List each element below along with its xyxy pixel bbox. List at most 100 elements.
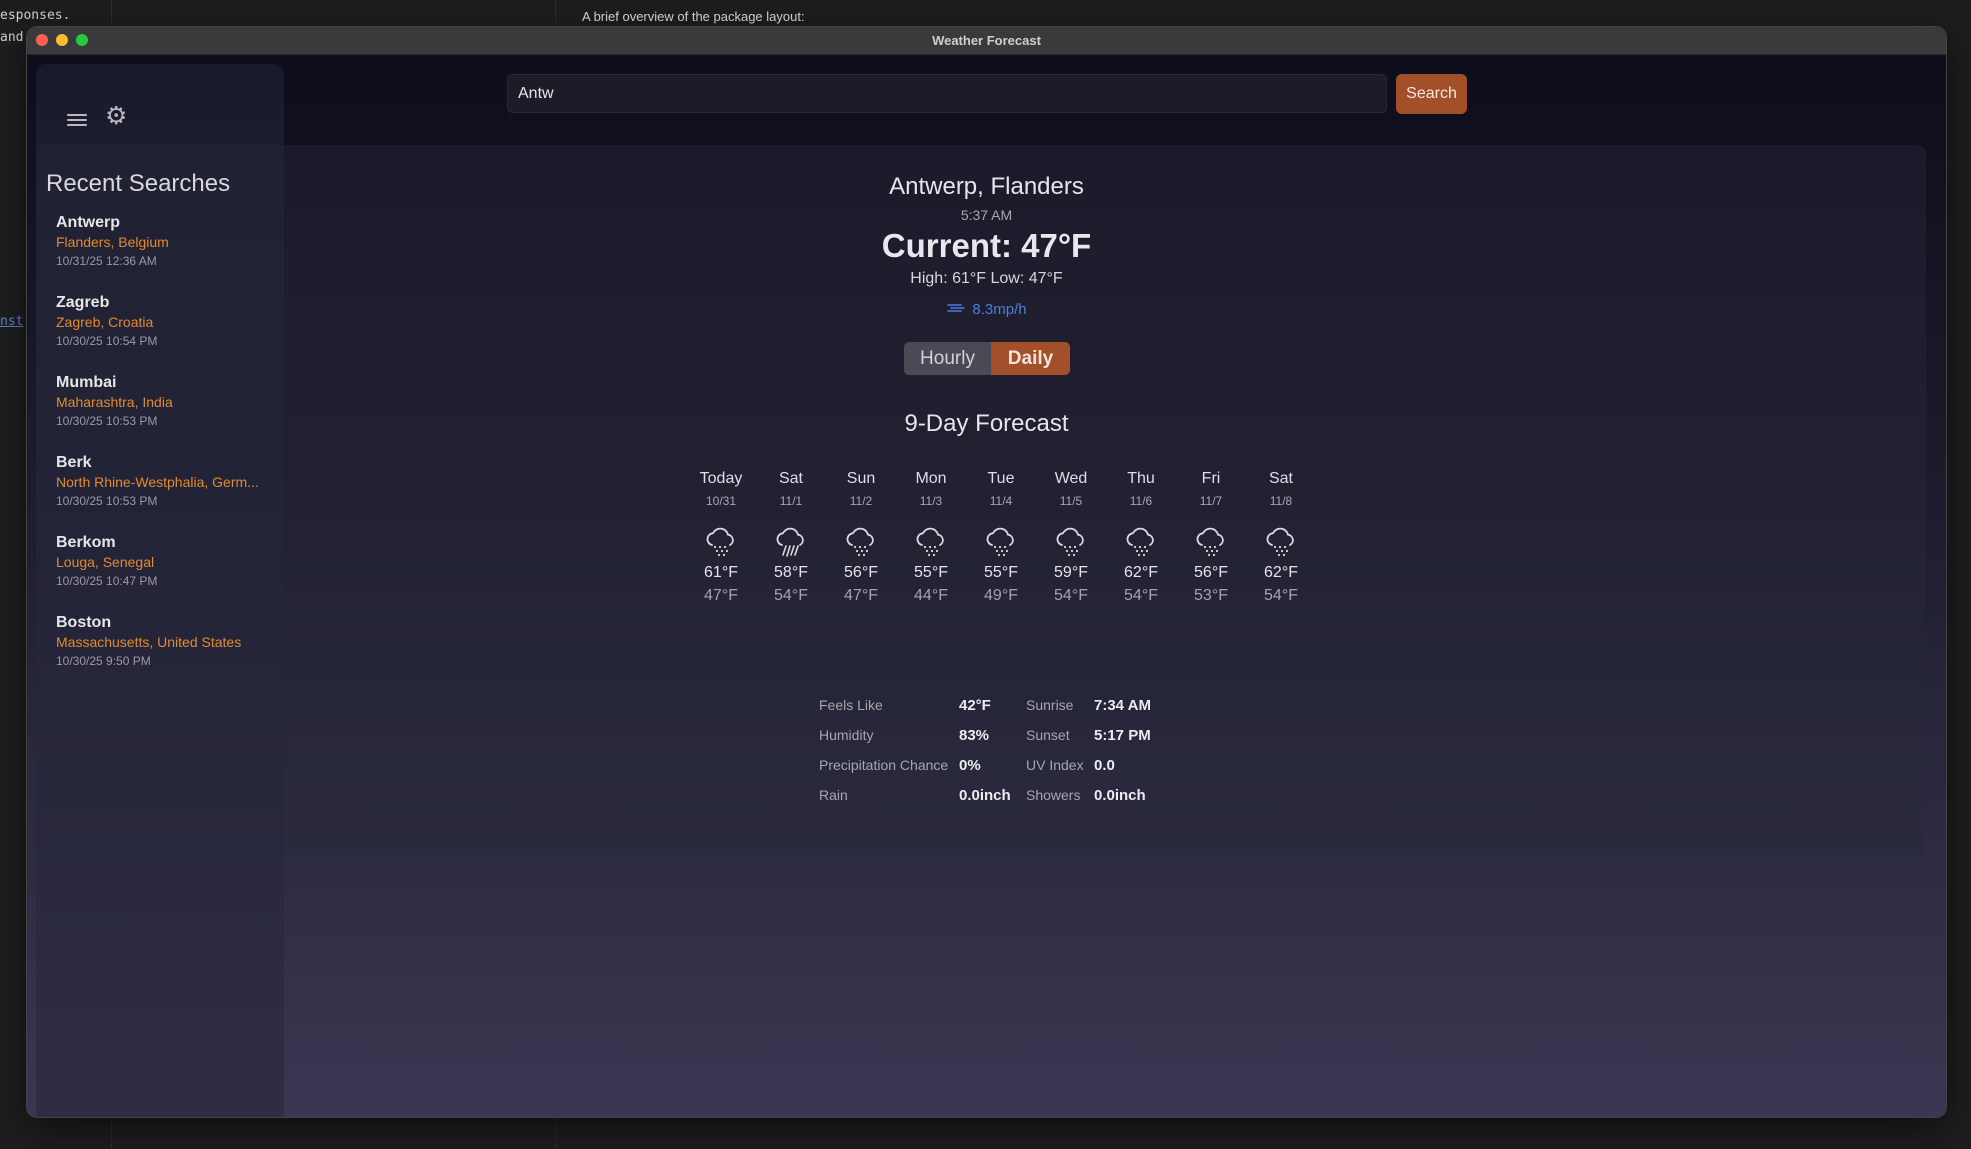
day-date: 10/31	[705, 494, 737, 508]
day-name: Sat	[1268, 470, 1293, 487]
recent-search-item[interactable]: Berkom Louga, Senegal 10/30/25 10:47 PM	[46, 534, 276, 614]
precipitation-chance-value: 0%	[959, 756, 981, 774]
recent-city: Boston	[56, 614, 112, 631]
window-controls	[36, 34, 88, 46]
day-low-temp: 54°F	[1054, 587, 1088, 604]
day-date: 11/4	[989, 494, 1013, 508]
forecast-mode-toggle: Hourly Daily	[904, 342, 1070, 375]
day-high-temp: 62°F	[1124, 564, 1158, 581]
title-bar[interactable]: Weather Forecast	[27, 27, 1946, 55]
forecast-day: Fri 11/7 56°F 53°F	[1176, 470, 1246, 605]
recent-city: Berk	[56, 454, 92, 471]
day-low-temp: 54°F	[1264, 587, 1298, 604]
recent-region: Massachusetts, United States	[56, 634, 242, 650]
hamburger-menu-icon[interactable]	[67, 111, 87, 129]
hourly-tab[interactable]: Hourly	[904, 342, 991, 375]
day-low-temp: 54°F	[774, 587, 808, 604]
location-title: Antwerp, Flanders	[889, 173, 1084, 200]
forecast-day: Tue 11/4 55°F 49°F	[966, 470, 1036, 605]
search-input[interactable]	[507, 74, 1387, 113]
window-title: Weather Forecast	[932, 33, 1041, 48]
recent-timestamp: 10/30/25 10:53 PM	[56, 494, 158, 508]
forecast-day: Wed 11/5 59°F 54°F	[1036, 470, 1106, 605]
day-name: Mon	[915, 470, 947, 487]
day-name: Thu	[1127, 470, 1155, 487]
details-row: Humidity 83% Sunset 5:17 PM	[819, 720, 1184, 750]
forecast-title: 9-Day Forecast	[904, 410, 1069, 437]
day-high-temp: 62°F	[1264, 564, 1298, 581]
day-name: Tue	[987, 470, 1015, 487]
day-high-temp: 56°F	[844, 564, 878, 581]
local-time: 5:37 AM	[960, 207, 1013, 223]
sunrise-value: 7:34 AM	[1094, 696, 1151, 714]
day-date: 11/7	[1199, 494, 1223, 508]
recent-region: North Rhine-Westphalia, Germ...	[56, 474, 259, 490]
recent-search-item[interactable]: Boston Massachusetts, United States 10/3…	[46, 614, 276, 694]
day-low-temp: 44°F	[914, 587, 948, 604]
weather-window: Weather Forecast ⚙ Recent Searches Antwe…	[27, 27, 1946, 1117]
details-row: Feels Like 42°F Sunrise 7:34 AM	[819, 690, 1184, 720]
sunset-label: Sunset	[1026, 727, 1070, 743]
gear-icon[interactable]: ⚙	[105, 104, 127, 129]
terminal-link[interactable]: nst	[0, 314, 23, 329]
day-low-temp: 47°F	[704, 587, 738, 604]
day-low-temp: 53°F	[1194, 587, 1228, 604]
rain-cloud-icon	[1246, 522, 1316, 562]
humidity-value: 83%	[959, 726, 990, 744]
showers-value: 0.0inch	[1094, 786, 1146, 804]
rain-cloud-icon	[966, 522, 1036, 562]
doc-text: A brief overview of the package layout:	[582, 9, 805, 24]
rain-cloud-icon	[686, 522, 756, 562]
wind-icon	[946, 301, 966, 318]
terminal-line: and	[0, 30, 24, 45]
day-name: Fri	[1201, 470, 1221, 487]
uv-index-value: 0.0	[1094, 756, 1115, 774]
day-date: 11/3	[919, 494, 943, 508]
day-low-temp: 49°F	[984, 587, 1018, 604]
rain-cloud-icon	[1036, 522, 1106, 562]
uv-index-label: UV Index	[1026, 757, 1084, 773]
heavy-rain-cloud-icon	[756, 522, 826, 562]
day-date: 11/8	[1269, 494, 1293, 508]
day-name: Sat	[778, 470, 803, 487]
day-date: 11/2	[849, 494, 873, 508]
day-date: 11/5	[1059, 494, 1083, 508]
terminal-line: esponses.	[0, 8, 71, 23]
minimize-window-button[interactable]	[56, 34, 68, 46]
rain-cloud-icon	[1176, 522, 1246, 562]
sunset-value: 5:17 PM	[1094, 726, 1151, 744]
rain-cloud-icon	[826, 522, 896, 562]
wind-speed: 8.3mp/h	[27, 301, 1946, 318]
day-high-temp: 56°F	[1194, 564, 1228, 581]
feels-like-value: 42°F	[959, 696, 991, 714]
close-window-button[interactable]	[36, 34, 48, 46]
maximize-window-button[interactable]	[76, 34, 88, 46]
recent-timestamp: 10/30/25 10:47 PM	[56, 574, 158, 588]
daily-tab[interactable]: Daily	[991, 342, 1070, 375]
day-low-temp: 54°F	[1124, 587, 1158, 604]
showers-label: Showers	[1026, 787, 1081, 803]
day-high-temp: 55°F	[984, 564, 1018, 581]
day-high-temp: 58°F	[774, 564, 808, 581]
forecast-day: Today 10/31 61°F 47°F	[686, 470, 756, 605]
details-grid: Feels Like 42°F Sunrise 7:34 AM Humidity…	[819, 690, 1184, 810]
rain-value: 0.0inch	[959, 786, 1011, 804]
day-high-temp: 61°F	[704, 564, 738, 581]
forecast-day: Sat 11/1 58°F 54°F	[756, 470, 826, 605]
recent-timestamp: 10/30/25 10:54 PM	[56, 334, 158, 348]
day-date: 11/6	[1129, 494, 1153, 508]
day-high-temp: 55°F	[914, 564, 948, 581]
day-high-temp: 59°F	[1054, 564, 1088, 581]
wind-speed-value: 8.3mp/h	[972, 301, 1027, 318]
rain-label: Rain	[819, 787, 848, 803]
current-temperature: Current: 47°F	[881, 227, 1092, 264]
search-button[interactable]: Search	[1396, 74, 1467, 114]
recent-timestamp: 10/30/25 9:50 PM	[56, 654, 151, 668]
precipitation-chance-label: Precipitation Chance	[819, 757, 949, 773]
recent-search-item[interactable]: Berk North Rhine-Westphalia, Germ... 10/…	[46, 454, 276, 534]
day-date: 11/1	[779, 494, 803, 508]
forecast-day: Mon 11/3 55°F 44°F	[896, 470, 966, 605]
day-name: Today	[699, 470, 743, 487]
details-row: Rain 0.0inch Showers 0.0inch	[819, 780, 1184, 810]
forecast-row: Today 10/31 61°F 47°F Sat 11/1 58°F 54°F Sun 11/2…	[686, 470, 1316, 605]
